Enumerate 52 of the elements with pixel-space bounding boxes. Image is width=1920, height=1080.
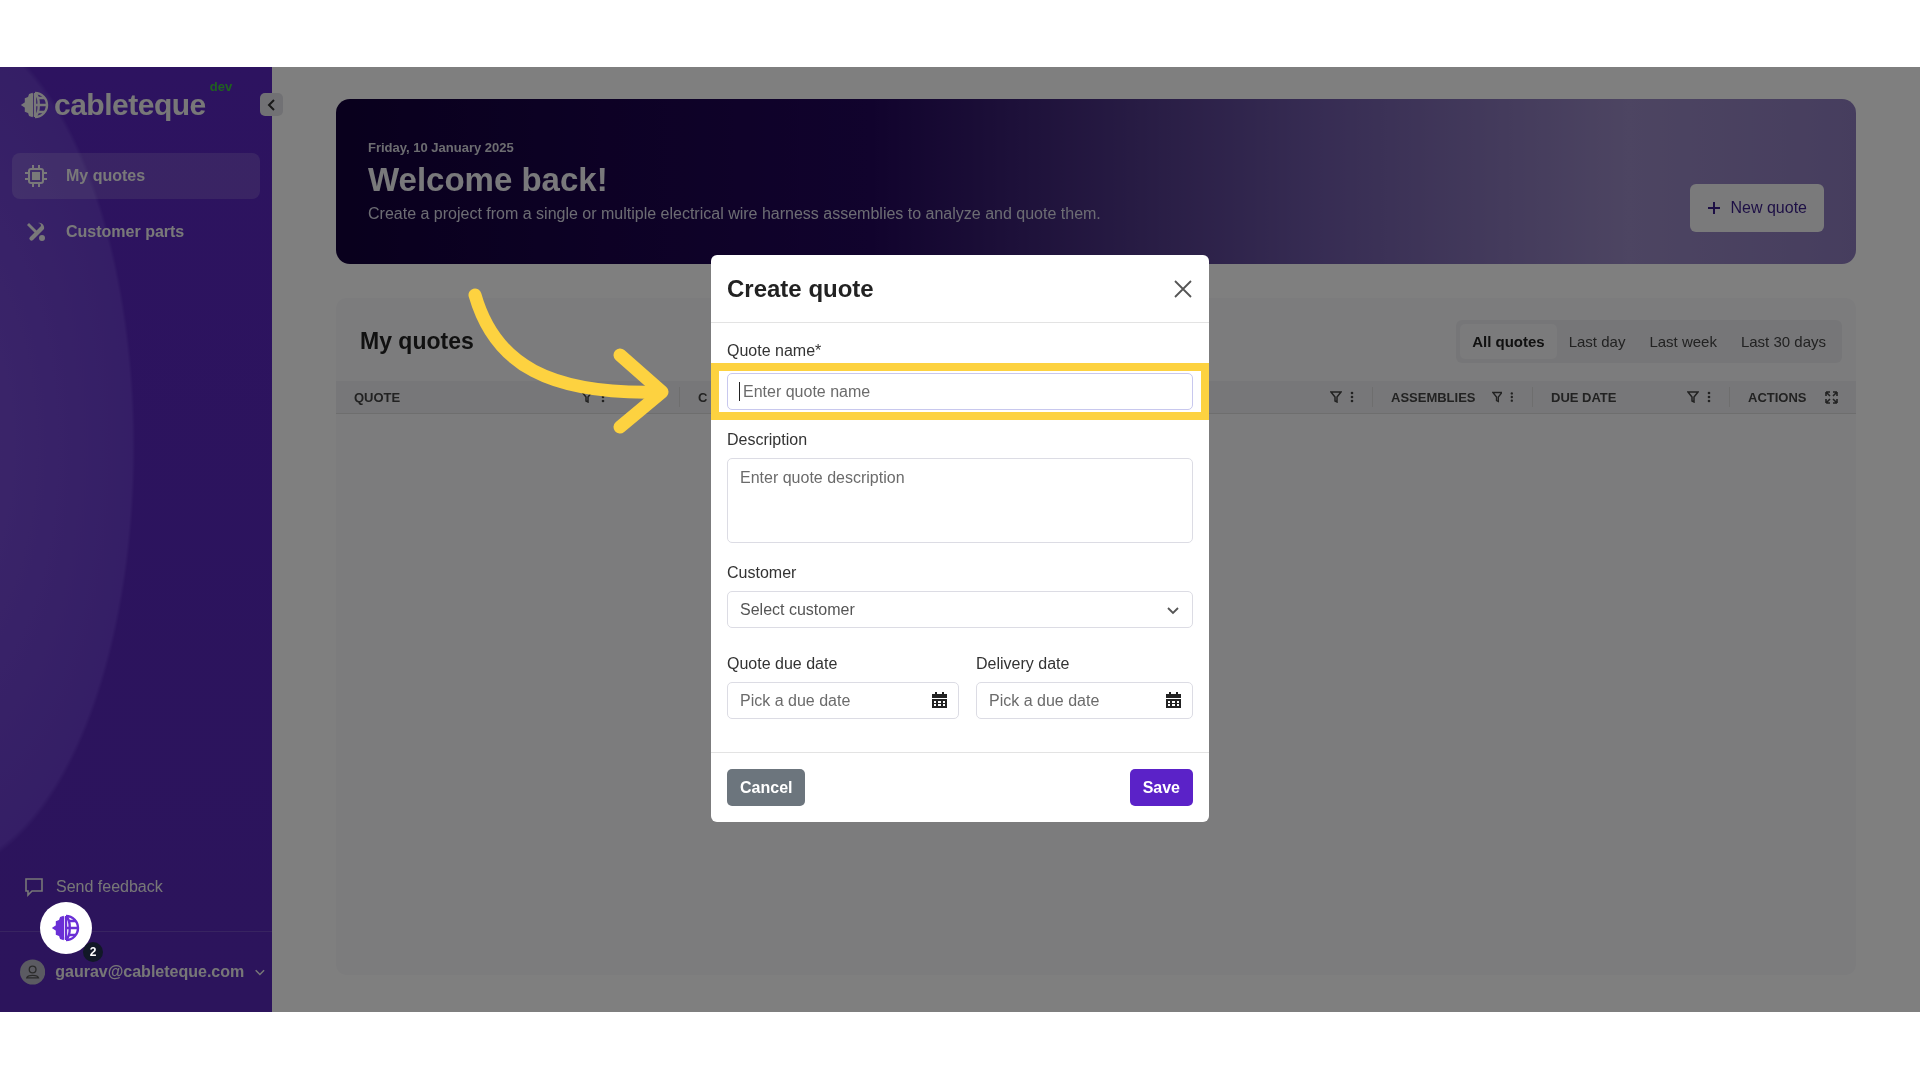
- calendar-icon: [1166, 692, 1181, 708]
- filter-tab[interactable]: Last 30 days: [1728, 324, 1838, 359]
- banner-date: Friday, 10 January 2025: [368, 140, 515, 155]
- dialog-title: Create quote: [727, 274, 874, 303]
- banner-title: Welcome back!: [368, 161, 609, 199]
- customer-select[interactable]: Select customer: [727, 591, 1193, 628]
- section-title: My quotes: [360, 328, 474, 355]
- field-label: Customer: [727, 563, 798, 583]
- logo-icon: [20, 90, 50, 120]
- text-caret: [739, 382, 740, 401]
- column-header[interactable]: C: [698, 389, 708, 405]
- close-button[interactable]: [1173, 278, 1193, 299]
- collapse-button[interactable]: [260, 93, 283, 116]
- avatar-icon: [20, 957, 46, 987]
- column-header[interactable]: DUE DATE: [1551, 389, 1617, 405]
- calendar-icon: [932, 692, 947, 708]
- date-field[interactable]: Pick a due date: [976, 682, 1193, 719]
- user-email: gaurav@cableteque.com: [55, 963, 245, 981]
- field-label: Quote due date: [727, 654, 839, 674]
- banner-subtitle: Create a project from a single or multiple electrical wire harness assemblies to analyze and quote them.: [368, 205, 1102, 223]
- filter-icon: [1330, 391, 1342, 403]
- description-field[interactable]: Enter quote description: [727, 458, 1193, 543]
- column-header[interactable]: QUOTE: [354, 389, 401, 405]
- sidebar-item[interactable]: Customer parts: [12, 209, 260, 255]
- quote-name-field[interactable]: Enter quote name: [727, 373, 1193, 410]
- filter-icon: [581, 391, 593, 403]
- filter-icon: [1491, 391, 1503, 403]
- field-label: Description: [727, 430, 809, 450]
- filter-icon: [1687, 391, 1699, 403]
- field-label: Quote name*: [727, 341, 823, 361]
- new-quote-button[interactable]: New quote: [1689, 183, 1824, 232]
- filter-tab[interactable]: All quotes: [1460, 324, 1557, 359]
- column-header[interactable]: ACTIONS: [1748, 389, 1807, 405]
- field-label: Delivery date: [976, 654, 1071, 674]
- save-button[interactable]: Save: [1129, 769, 1193, 806]
- cancel-button[interactable]: Cancel: [727, 769, 806, 806]
- chat-bubble-icon: [24, 877, 44, 897]
- kebab-menu-icon: [1350, 391, 1354, 403]
- column-header[interactable]: ASSEMBLIES: [1391, 389, 1476, 405]
- feedback-link[interactable]: Send feedback: [0, 875, 272, 899]
- logo-icon: [51, 913, 81, 943]
- date-field[interactable]: Pick a due date: [727, 682, 959, 719]
- environment-label: dev: [209, 79, 233, 94]
- expand-icon: [1825, 390, 1838, 404]
- close-icon: [1173, 278, 1193, 299]
- chip-icon: [24, 164, 48, 188]
- filter-tab[interactable]: Last day: [1556, 324, 1638, 359]
- kebab-menu-icon: [1707, 391, 1711, 403]
- filter-tab[interactable]: Last week: [1637, 324, 1729, 359]
- kebab-menu-icon: [1510, 391, 1514, 403]
- plus-icon: [1706, 200, 1721, 215]
- app-logo: cableteque: [54, 88, 206, 122]
